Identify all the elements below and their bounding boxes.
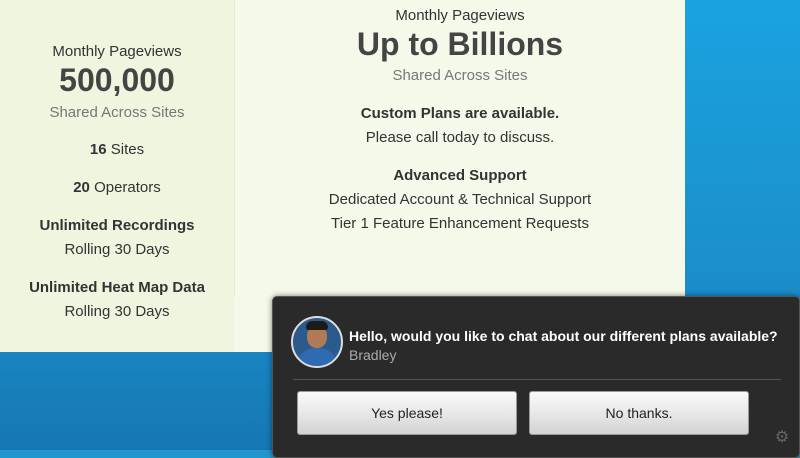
pageviews-label: Monthly Pageviews <box>395 7 525 24</box>
recordings-title: Unlimited Recordings <box>39 217 195 234</box>
pageviews-label: Monthly Pageviews <box>52 43 182 60</box>
plan-card-right: Monthly Pageviews Up to Billions Shared … <box>234 0 685 296</box>
agent-avatar <box>291 316 343 368</box>
decline-chat-button[interactable]: No thanks. <box>529 391 749 435</box>
shared-label: Shared Across Sites <box>392 67 528 84</box>
custom-plans-title: Custom Plans are available. <box>360 105 560 122</box>
plan-card-left: Monthly Pageviews 500,000 Shared Across … <box>0 0 234 352</box>
agent-name: Bradley <box>349 347 397 363</box>
chat-invitation-popup: Hello, would you like to chat about our … <box>272 296 800 458</box>
pageviews-value: 500,000 <box>59 62 175 98</box>
operators-line: 20 Operators <box>0 179 234 196</box>
pageviews-value: Up to Billions <box>356 26 564 62</box>
gear-icon: ⚙ <box>774 429 790 446</box>
shared-label: Shared Across Sites <box>49 104 185 121</box>
operators-count: 20 <box>73 179 90 196</box>
heatmap-sub: Rolling 30 Days <box>64 303 170 320</box>
support-line-2: Tier 1 Feature Enhancement Requests <box>331 215 589 232</box>
sites-count: 16 <box>89 141 107 158</box>
chat-message: Hello, would you like to chat about our … <box>349 328 778 344</box>
operators-label: Operators <box>94 179 161 196</box>
recordings-sub: Rolling 30 Days <box>64 241 170 258</box>
chat-divider <box>293 379 781 380</box>
support-line-1: Dedicated Account & Technical Support <box>328 191 592 208</box>
sites-label: Sites <box>110 141 145 158</box>
custom-plans-sub: Please call today to discuss. <box>365 129 555 146</box>
support-title: Advanced Support <box>393 167 527 184</box>
sites-line: 16 Sites <box>0 141 234 158</box>
accept-chat-button[interactable]: Yes please! <box>297 391 517 435</box>
heatmap-title: Unlimited Heat Map Data <box>29 279 205 296</box>
